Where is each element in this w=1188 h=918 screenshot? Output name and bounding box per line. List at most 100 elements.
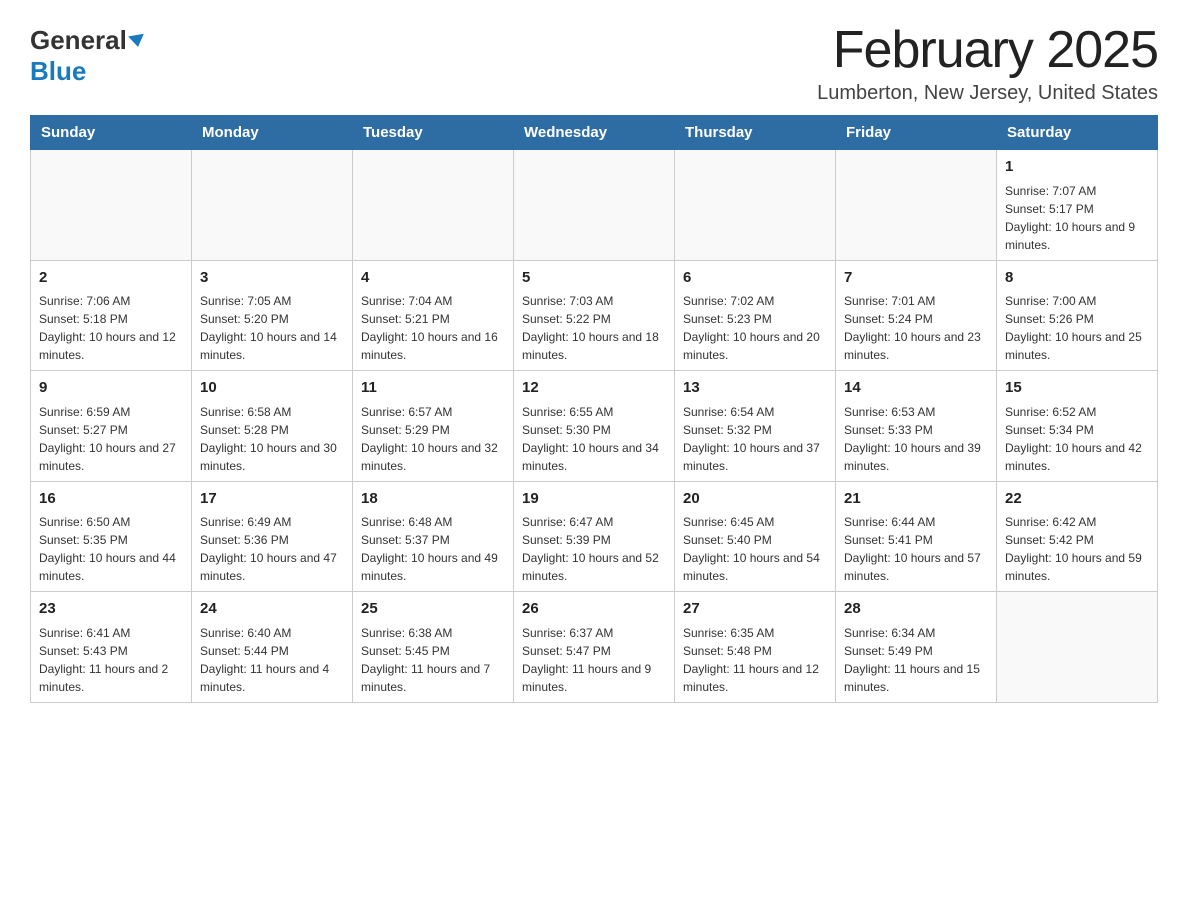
day-number: 26 [522, 598, 666, 621]
logo-triangle-icon [128, 33, 146, 48]
day-number: 25 [361, 598, 505, 621]
logo-general-text: General [30, 25, 127, 56]
day-info: Sunrise: 6:49 AMSunset: 5:36 PMDaylight:… [200, 513, 344, 585]
day-number: 19 [522, 488, 666, 511]
day-number: 2 [39, 267, 183, 290]
day-header-friday: Friday [836, 116, 997, 150]
calendar-cell [353, 150, 514, 261]
calendar-cell [31, 150, 192, 261]
day-info: Sunrise: 6:57 AMSunset: 5:29 PMDaylight:… [361, 403, 505, 475]
calendar-cell [836, 150, 997, 261]
day-number: 13 [683, 377, 827, 400]
calendar-cell: 10Sunrise: 6:58 AMSunset: 5:28 PMDayligh… [192, 371, 353, 482]
day-number: 17 [200, 488, 344, 511]
calendar-week-3: 9 Sunrise: 6:59 AMSunset: 5:27 PMDaylight… [31, 371, 1158, 482]
day-number: 20 [683, 488, 827, 511]
day-info: Sunrise: 7:00 AMSunset: 5:26 PMDaylight:… [1005, 292, 1149, 364]
calendar-cell: 2Sunrise: 7:06 AMSunset: 5:18 PMDaylight… [31, 260, 192, 371]
calendar-cell: 13 Sunrise: 6:54 AMSunset: 5:32 PMDayligh… [675, 371, 836, 482]
day-number: 7 [844, 267, 988, 290]
day-number: 8 [1005, 267, 1149, 290]
calendar-cell: 28Sunrise: 6:34 AMSunset: 5:49 PMDayligh… [836, 592, 997, 703]
day-number: 14 [844, 377, 988, 400]
day-number: 16 [39, 488, 183, 511]
day-info: Sunrise: 6:38 AMSunset: 5:45 PMDaylight:… [361, 624, 505, 696]
day-info: Sunrise: 6:40 AMSunset: 5:44 PMDaylight:… [200, 624, 344, 696]
logo-blue-text: Blue [30, 56, 86, 87]
day-header-sunday: Sunday [31, 116, 192, 150]
day-info: Sunrise: 6:35 AMSunset: 5:48 PMDaylight:… [683, 624, 827, 696]
day-info: Sunrise: 6:58 AMSunset: 5:28 PMDaylight:… [200, 403, 344, 475]
logo: General Blue [30, 20, 145, 87]
calendar-cell: 27 Sunrise: 6:35 AMSunset: 5:48 PMDayligh… [675, 592, 836, 703]
day-info: Sunrise: 6:55 AMSunset: 5:30 PMDaylight:… [522, 403, 666, 475]
month-title: February 2025 [817, 20, 1158, 80]
day-info: Sunrise: 7:03 AMSunset: 5:22 PMDaylight:… [522, 292, 666, 364]
day-info: Sunrise: 6:53 AMSunset: 5:33 PMDaylight:… [844, 403, 988, 475]
day-info: Sunrise: 6:52 AMSunset: 5:34 PMDaylight:… [1005, 403, 1149, 475]
calendar-cell [192, 150, 353, 261]
day-number: 18 [361, 488, 505, 511]
calendar-cell: 12 Sunrise: 6:55 AMSunset: 5:30 PMDayligh… [514, 371, 675, 482]
calendar-header-row: SundayMondayTuesdayWednesdayThursdayFrid… [31, 116, 1158, 150]
title-block: February 2025 Lumberton, New Jersey, Uni… [817, 20, 1158, 105]
day-number: 21 [844, 488, 988, 511]
calendar-cell: 26 Sunrise: 6:37 AMSunset: 5:47 PMDayligh… [514, 592, 675, 703]
calendar-cell: 8Sunrise: 7:00 AMSunset: 5:26 PMDaylight… [997, 260, 1158, 371]
day-info: Sunrise: 6:47 AMSunset: 5:39 PMDaylight:… [522, 513, 666, 585]
calendar-cell: 21Sunrise: 6:44 AMSunset: 5:41 PMDayligh… [836, 481, 997, 592]
calendar-cell: 20Sunrise: 6:45 AMSunset: 5:40 PMDayligh… [675, 481, 836, 592]
day-info: Sunrise: 6:37 AMSunset: 5:47 PMDaylight:… [522, 624, 666, 696]
calendar-cell: 7Sunrise: 7:01 AMSunset: 5:24 PMDaylight… [836, 260, 997, 371]
calendar-cell: 14 Sunrise: 6:53 AMSunset: 5:33 PMDayligh… [836, 371, 997, 482]
day-info: Sunrise: 6:48 AMSunset: 5:37 PMDaylight:… [361, 513, 505, 585]
day-number: 27 [683, 598, 827, 621]
calendar-cell [675, 150, 836, 261]
calendar-cell: 23 Sunrise: 6:41 AMSunset: 5:43 PMDayligh… [31, 592, 192, 703]
day-number: 5 [522, 267, 666, 290]
calendar-cell: 19Sunrise: 6:47 AMSunset: 5:39 PMDayligh… [514, 481, 675, 592]
calendar-table: SundayMondayTuesdayWednesdayThursdayFrid… [30, 115, 1158, 703]
day-number: 3 [200, 267, 344, 290]
day-number: 11 [361, 377, 505, 400]
day-number: 23 [39, 598, 183, 621]
calendar-cell [997, 592, 1158, 703]
calendar-cell: 3Sunrise: 7:05 AMSunset: 5:20 PMDaylight… [192, 260, 353, 371]
calendar-cell: 6Sunrise: 7:02 AMSunset: 5:23 PMDaylight… [675, 260, 836, 371]
calendar-cell: 22Sunrise: 6:42 AMSunset: 5:42 PMDayligh… [997, 481, 1158, 592]
day-header-tuesday: Tuesday [353, 116, 514, 150]
day-info: Sunrise: 6:54 AMSunset: 5:32 PMDaylight:… [683, 403, 827, 475]
page-header: General Blue February 2025 Lumberton, Ne… [30, 20, 1158, 105]
calendar-week-5: 23 Sunrise: 6:41 AMSunset: 5:43 PMDayligh… [31, 592, 1158, 703]
day-info: Sunrise: 7:01 AMSunset: 5:24 PMDaylight:… [844, 292, 988, 364]
day-info: Sunrise: 7:07 AMSunset: 5:17 PMDaylight:… [1005, 182, 1149, 254]
day-number: 1 [1005, 156, 1149, 179]
calendar-cell: 17Sunrise: 6:49 AMSunset: 5:36 PMDayligh… [192, 481, 353, 592]
day-number: 12 [522, 377, 666, 400]
calendar-cell [514, 150, 675, 261]
day-info: Sunrise: 6:41 AMSunset: 5:43 PMDaylight:… [39, 624, 183, 696]
calendar-week-2: 2Sunrise: 7:06 AMSunset: 5:18 PMDaylight… [31, 260, 1158, 371]
calendar-cell: 4Sunrise: 7:04 AMSunset: 5:21 PMDaylight… [353, 260, 514, 371]
day-info: Sunrise: 7:06 AMSunset: 5:18 PMDaylight:… [39, 292, 183, 364]
day-info: Sunrise: 7:04 AMSunset: 5:21 PMDaylight:… [361, 292, 505, 364]
day-header-saturday: Saturday [997, 116, 1158, 150]
calendar-cell: 1 Sunrise: 7:07 AMSunset: 5:17 PMDaylight… [997, 150, 1158, 261]
calendar-cell: 11 Sunrise: 6:57 AMSunset: 5:29 PMDayligh… [353, 371, 514, 482]
day-header-wednesday: Wednesday [514, 116, 675, 150]
day-info: Sunrise: 6:34 AMSunset: 5:49 PMDaylight:… [844, 624, 988, 696]
day-number: 15 [1005, 377, 1149, 400]
day-number: 9 [39, 377, 183, 400]
calendar-week-4: 16Sunrise: 6:50 AMSunset: 5:35 PMDayligh… [31, 481, 1158, 592]
day-header-monday: Monday [192, 116, 353, 150]
location-text: Lumberton, New Jersey, United States [817, 82, 1158, 105]
calendar-cell: 18Sunrise: 6:48 AMSunset: 5:37 PMDayligh… [353, 481, 514, 592]
day-number: 22 [1005, 488, 1149, 511]
day-info: Sunrise: 6:59 AMSunset: 5:27 PMDaylight:… [39, 403, 183, 475]
day-info: Sunrise: 6:45 AMSunset: 5:40 PMDaylight:… [683, 513, 827, 585]
calendar-cell: 24 Sunrise: 6:40 AMSunset: 5:44 PMDayligh… [192, 592, 353, 703]
day-info: Sunrise: 7:05 AMSunset: 5:20 PMDaylight:… [200, 292, 344, 364]
day-number: 24 [200, 598, 344, 621]
day-number: 4 [361, 267, 505, 290]
day-info: Sunrise: 6:50 AMSunset: 5:35 PMDaylight:… [39, 513, 183, 585]
